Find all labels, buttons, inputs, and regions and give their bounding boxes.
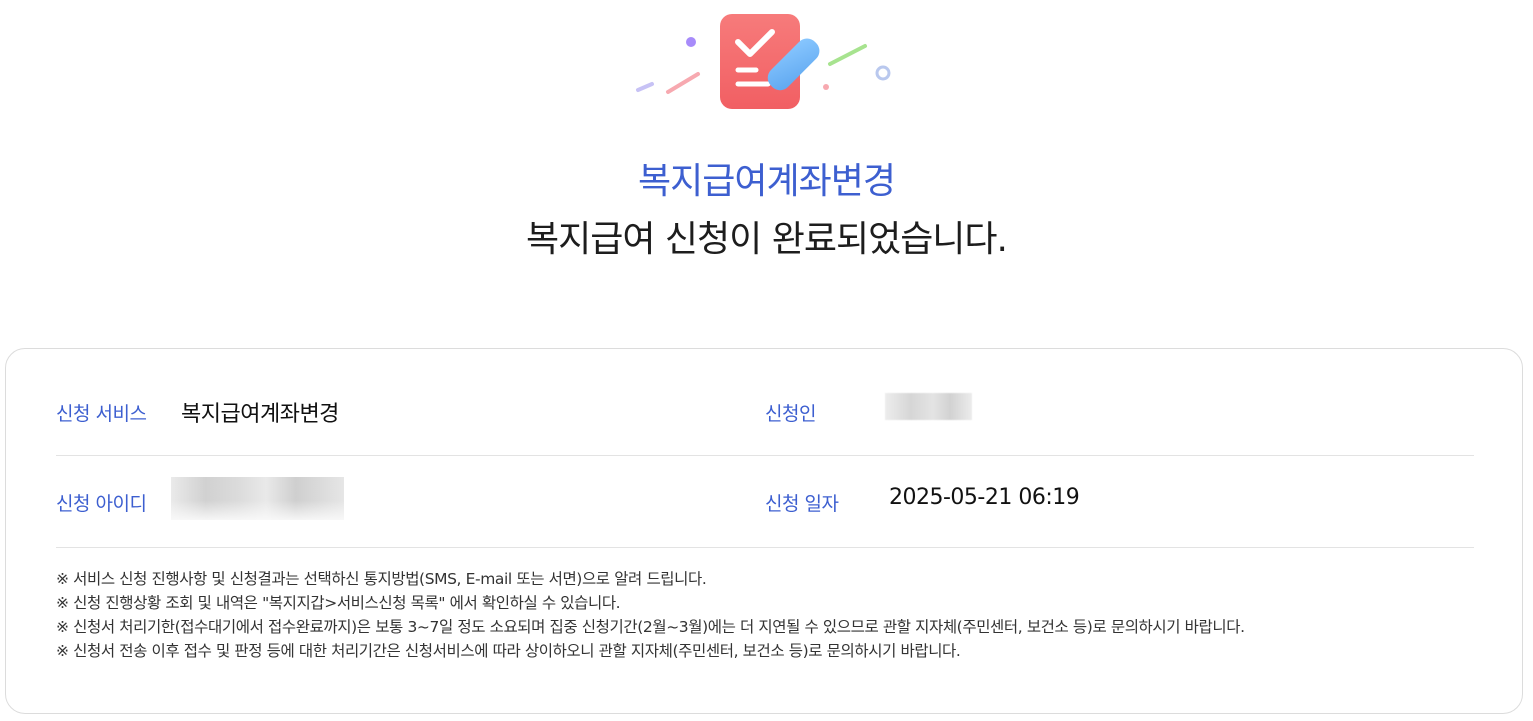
summary-row: 신청 서비스 복지급여계좌변경 신청인 (56, 379, 1474, 456)
date-label: 신청 일자 (765, 493, 839, 515)
application-summary-card: 신청 서비스 복지급여계좌변경 신청인 신청 아이디 신청 일자 2025-05… (5, 348, 1523, 714)
notice-item: ※ 신청서 전송 이후 접수 및 판정 등에 대한 처리기간은 신청서비스에 따… (56, 642, 961, 660)
notice-item: ※ 서비스 신청 진행사항 및 신청결과는 선택하신 통지방법(SMS, E-m… (56, 570, 707, 588)
applicant-id-masked (171, 477, 344, 520)
applicant-label: 신청인 (765, 403, 816, 425)
summary-row: 신청 아이디 신청 일자 2025-05-21 06:19 (56, 455, 1474, 548)
notice-list: ※ 서비스 신청 진행사항 및 신청결과는 선택하신 통지방법(SMS, E-m… (56, 567, 1476, 663)
application-form-check-pencil-icon (636, 14, 891, 109)
notice-item: ※ 신청 진행상황 조회 및 내역은 "복지지갑>서비스신청 목록" 에서 확인… (56, 594, 621, 612)
date-value: 2025-05-21 06:19 (889, 485, 1080, 510)
service-label: 신청 서비스 (56, 403, 147, 425)
completion-message: 복지급여 신청이 완료되었습니다. (525, 219, 1008, 260)
application-complete-illustration (630, 8, 900, 118)
applicant-name-masked (885, 393, 972, 420)
page-title: 복지급여계좌변경 (638, 161, 896, 202)
applicant-id-label: 신청 아이디 (56, 493, 147, 515)
notice-item: ※ 신청서 처리기한(접수대기에서 접수완료까지)은 보통 3~7일 정도 소요… (56, 618, 1245, 636)
service-value: 복지급여계좌변경 (181, 402, 339, 427)
